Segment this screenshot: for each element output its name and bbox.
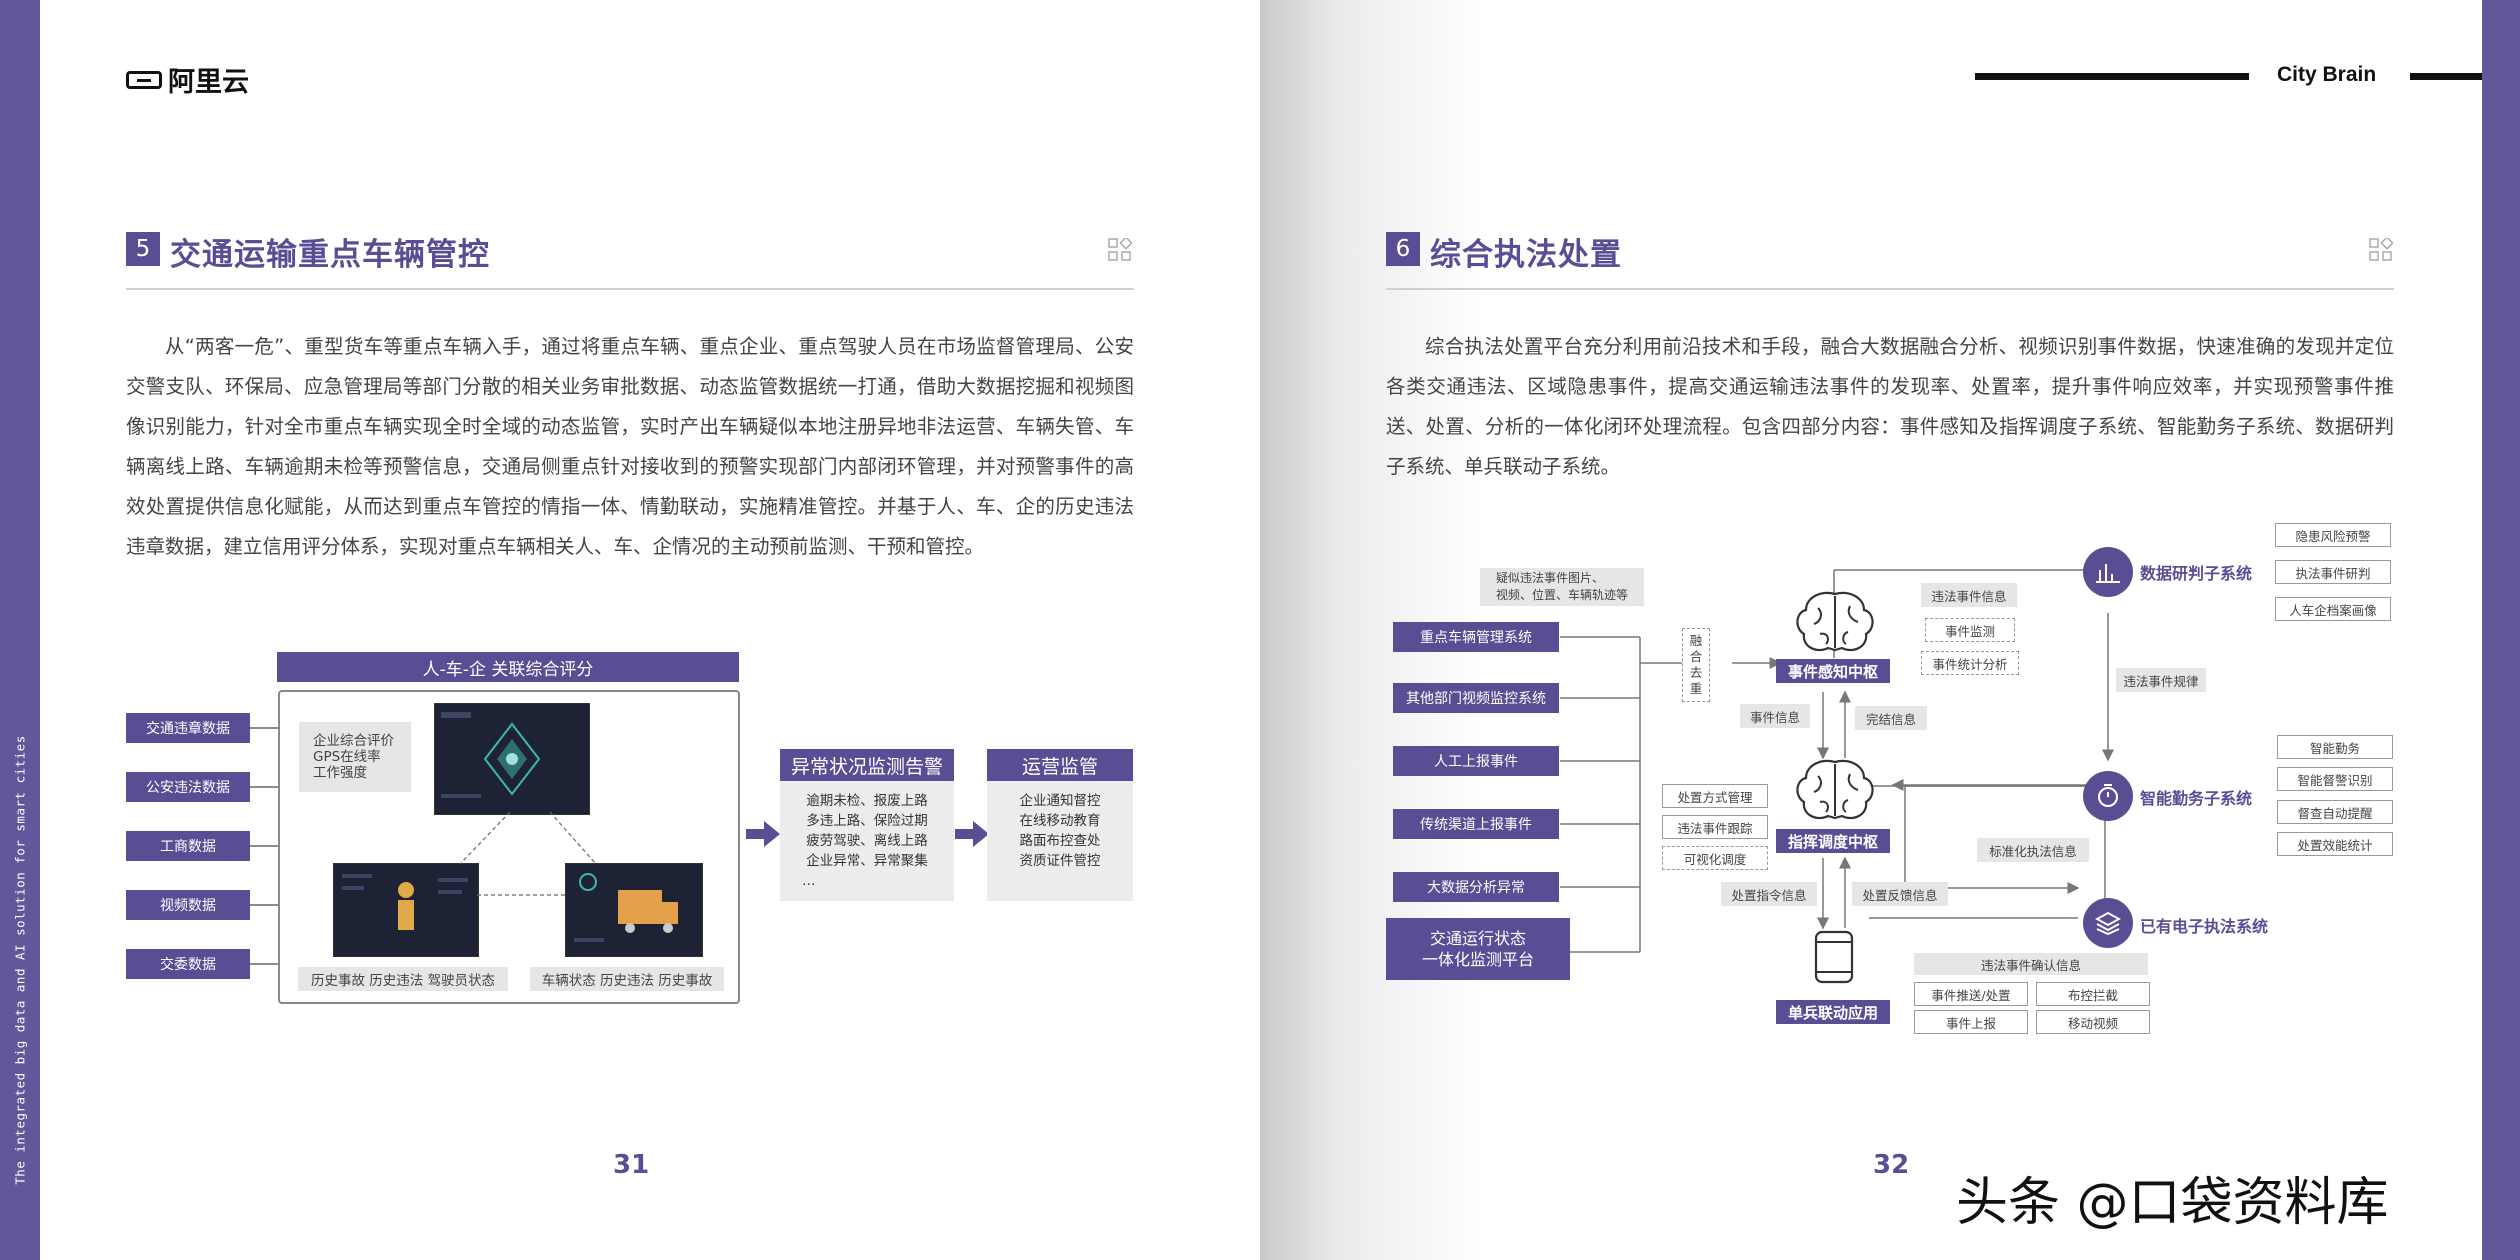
alert-item: 企业异常、异常聚集 (806, 853, 928, 869)
source-pill: 人工上报事件 (1393, 746, 1559, 776)
page-number: 32 (1873, 1150, 1910, 1180)
alert-item: … (802, 873, 816, 889)
watermark: 头条 @口袋资料库 (1956, 1173, 2389, 1233)
complete-info-label: 完结信息 (1855, 706, 1927, 730)
body-paragraph: 综合执法处置平台充分利用前沿技术和手段，融合大数据融合分析、视频识别事件数据，快… (1386, 335, 2394, 478)
confirm-item: 移动视频 (2036, 1010, 2150, 1034)
hub2-input: 可视化调度 (1662, 846, 1768, 870)
left-page (40, 0, 1260, 1260)
arrow-right-icon (955, 821, 989, 847)
hub2-label: 指挥调度中枢 (1776, 829, 1890, 853)
system-item: 督查自动提醒 (2277, 800, 2393, 824)
section-title: 交通运输重点车辆管控 (170, 237, 490, 273)
section-number: 6 (1386, 232, 1420, 266)
hub1-output: 违法事件信息 (1921, 583, 2017, 607)
enterprise-note: 企业综合评价 GPS在线率 工作强度 (299, 722, 411, 792)
right-edge-band (2482, 0, 2520, 1260)
fusion-box: 融 合 去 重 (1682, 628, 1710, 702)
event-info-label: 事件信息 (1740, 704, 1810, 728)
aliyun-logo-icon (126, 70, 162, 89)
single-app-label: 单兵联动应用 (1776, 1000, 1890, 1024)
header-line (1975, 73, 2249, 80)
ops-item: 企业通知督控 (1019, 793, 1101, 809)
spine-band: The integrated big data and AI solution … (0, 0, 40, 1260)
enterprise-screen-image (434, 703, 590, 815)
arrow-right-icon (746, 821, 780, 847)
dispatch-info-label: 处置指令信息 (1721, 882, 1817, 906)
vehicle-caption: 车辆状态 历史违法 历史事故 (530, 967, 724, 991)
hub1-label: 事件感知中枢 (1776, 659, 1890, 683)
system-name: 已有电子执法系统 (2140, 917, 2269, 936)
aliyun-logo: 阿里云 (126, 60, 249, 99)
confirm-title: 违法事件确认信息 (1914, 953, 2148, 975)
violation-rule-label: 违法事件规律 (2116, 668, 2206, 692)
source-pill: 其他部门视频监控系统 (1393, 683, 1559, 713)
score-title: 人-车-企 关联综合评分 (277, 652, 739, 682)
section-rule (126, 288, 1134, 290)
brain-icon (1796, 759, 1874, 820)
input-pill: 公安违法数据 (126, 772, 250, 802)
grid-icon (2369, 238, 2393, 261)
source-pill: 大数据分析异常 (1393, 872, 1559, 902)
hub2-input: 违法事件跟踪 (1662, 815, 1768, 839)
mobile-device-icon (1814, 930, 1854, 984)
alert-item: 疲劳驾驶、离线上路 (806, 833, 928, 849)
hub1-output: 事件监测 (1925, 618, 2015, 642)
system-item: 执法事件研判 (2275, 560, 2391, 584)
alert-items: 逾期未检、报废上路 多违上路、保险过期 疲劳驾驶、离线上路 企业异常、异常聚集 … (780, 781, 954, 901)
ops-item: 资质证件管控 (1019, 853, 1101, 869)
input-pill: 交通违章数据 (126, 713, 250, 743)
ops-item: 在线移动教育 (1019, 813, 1101, 829)
confirm-item: 事件上报 (1914, 1010, 2028, 1034)
section-rule (1386, 288, 2394, 290)
alert-title: 异常状况监测告警 (780, 749, 954, 781)
hub2-input: 处置方式管理 (1662, 784, 1768, 808)
analytics-chart-icon (2083, 547, 2133, 597)
input-connectors (250, 727, 278, 965)
hub1-output: 事件统计分析 (1921, 651, 2019, 675)
spine-text: The integrated big data and AI solution … (12, 735, 28, 1185)
timer-icon (2083, 771, 2133, 821)
section-title: 综合执法处置 (1430, 237, 1622, 273)
input-pill: 交委数据 (126, 949, 250, 979)
suspect-note: 疑似违法事件图片、 视频、位置、车辆轨迹等 (1480, 568, 1644, 606)
ops-items: 企业通知督控 在线移动教育 路面布控查处 资质证件管控 (987, 781, 1133, 901)
alert-item: 多违上路、保险过期 (806, 813, 928, 829)
platform-box: 交通运行状态 一体化监测平台 (1386, 918, 1570, 980)
header-line (2410, 73, 2482, 80)
layers-icon (2083, 898, 2133, 948)
logo-text: 阿里云 (168, 67, 249, 98)
system-name: 数据研判子系统 (2140, 564, 2253, 583)
feedback-info-label: 处置反馈信息 (1852, 882, 1948, 906)
ops-item: 路面布控查处 (1019, 833, 1101, 849)
system-item: 隐患风险预警 (2275, 523, 2391, 547)
grid-icon (1108, 238, 1132, 261)
ops-title: 运营监管 (987, 749, 1133, 781)
system-item: 处置效能统计 (2277, 832, 2393, 856)
source-pill: 重点车辆管理系统 (1393, 622, 1559, 652)
brain-icon (1796, 591, 1874, 652)
body-paragraph: 从“两客一危”、重型货车等重点车辆入手，通过将重点车辆、重点企业、重点驾驶人员在… (126, 335, 1134, 558)
system-item: 智能督警识别 (2277, 767, 2393, 791)
input-pill: 视频数据 (126, 890, 250, 920)
system-name: 智能勤务子系统 (2140, 789, 2253, 808)
system-item: 智能勤务 (2277, 735, 2393, 759)
person-caption: 历史事故 历史违法 驾驶员状态 (298, 967, 508, 991)
input-pill: 工商数据 (126, 831, 250, 861)
brand-name: City Brain (2277, 63, 2377, 86)
source-pill: 传统渠道上报事件 (1393, 809, 1559, 839)
section-number: 5 (126, 232, 160, 266)
system-item: 人车企档案画像 (2275, 597, 2391, 621)
confirm-item: 事件推送/处置 (1914, 982, 2028, 1006)
alert-item: 逾期未检、报废上路 (806, 793, 928, 809)
std-info-label: 标准化执法信息 (1977, 838, 2089, 862)
relation-lines (459, 811, 597, 896)
confirm-item: 布控拦截 (2036, 982, 2150, 1006)
page-number: 31 (613, 1150, 650, 1180)
